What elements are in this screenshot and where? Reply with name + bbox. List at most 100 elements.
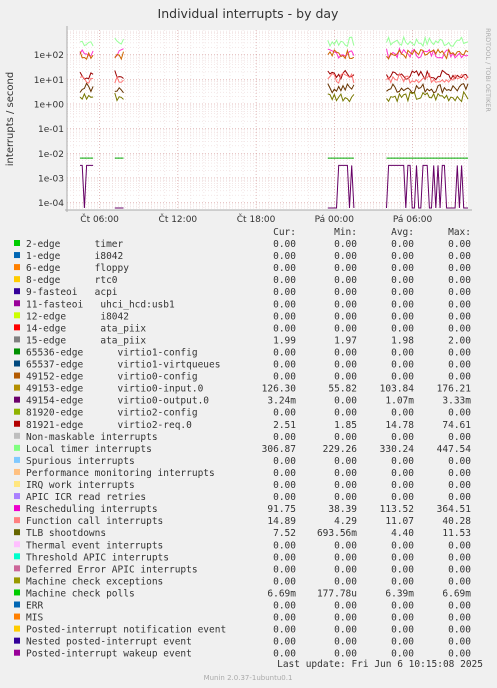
legend-header: Avg: xyxy=(391,227,414,238)
legend-label: 49152-edge virtio0-config xyxy=(26,372,198,383)
legend-value-avg: 0.00 xyxy=(391,468,414,479)
legend-value-cur: 0.00 xyxy=(273,299,296,310)
footer: Munin 2.0.37-1ubuntu0.1 xyxy=(204,674,293,682)
legend-swatch xyxy=(14,324,20,331)
legend-value-max: 176.21 xyxy=(437,384,472,395)
legend-value-cur: 0.00 xyxy=(273,468,296,479)
legend-value-min: 229.26 xyxy=(323,444,358,455)
legend-value-cur: 3.24m xyxy=(267,396,296,407)
legend-value-min: 38.39 xyxy=(328,504,357,515)
x-tick-label: Čt 12:00 xyxy=(159,213,198,225)
legend-value-cur: 0.00 xyxy=(273,637,296,648)
legend-swatch xyxy=(14,589,20,596)
legend-value-cur: 0.00 xyxy=(273,347,296,358)
legend-value-cur: 0.00 xyxy=(273,601,296,612)
legend-label: Posted-interrupt wakeup event xyxy=(26,649,192,660)
legend-value-max: 74.61 xyxy=(442,420,471,431)
legend-swatch xyxy=(14,613,20,620)
legend-value-avg: 0.00 xyxy=(391,287,414,298)
legend-value-avg: 0.00 xyxy=(391,323,414,334)
x-tick-label: Čt 06:00 xyxy=(80,213,119,225)
legend-label: Function call interrupts xyxy=(26,516,163,527)
legend-value-cur: 306.87 xyxy=(262,444,296,455)
legend-value-avg: 0.00 xyxy=(391,263,414,274)
legend-label: 8-edge rtc0 xyxy=(26,275,118,286)
legend-value-min: 0.00 xyxy=(334,637,357,648)
x-tick-label: Čt 18:00 xyxy=(237,213,276,225)
legend-swatch xyxy=(14,432,20,439)
legend-value-cur: 0.00 xyxy=(273,275,296,286)
legend-value-avg: 11.07 xyxy=(385,516,414,527)
legend-label: TLB shootdowns xyxy=(26,528,106,539)
legend-value-max: 0.00 xyxy=(448,432,471,443)
legend-swatch xyxy=(14,348,20,355)
legend-swatch xyxy=(14,517,20,524)
legend-value-avg: 0.00 xyxy=(391,456,414,467)
y-tick-label: 1e+00 xyxy=(34,100,65,110)
legend-value-cur: 0.00 xyxy=(273,552,296,563)
legend-value-avg: 0.00 xyxy=(391,564,414,575)
legend-value-min: 0.00 xyxy=(334,396,357,407)
legend-value-avg: 6.39m xyxy=(385,588,414,599)
legend-value-max: 0.00 xyxy=(448,637,471,648)
legend-label: Nested posted-interrupt event xyxy=(26,637,192,648)
legend-value-avg: 0.00 xyxy=(391,480,414,491)
legend-value-avg: 0.00 xyxy=(391,625,414,636)
legend-swatch xyxy=(14,312,20,319)
legend-value-avg: 1.98 xyxy=(391,335,414,346)
y-tick-label: 1e+02 xyxy=(34,51,64,61)
legend-value-cur: 91.75 xyxy=(267,504,296,515)
legend-value-max: 0.00 xyxy=(448,251,471,262)
legend-swatch xyxy=(14,300,20,307)
legend-value-min: 0.00 xyxy=(334,552,357,563)
legend-header: Max: xyxy=(448,227,471,238)
chart-title: Individual interrupts - by day xyxy=(158,6,340,21)
legend-value-min: 0.00 xyxy=(334,287,357,298)
legend-value-max: 0.00 xyxy=(448,601,471,612)
legend-value-min: 0.00 xyxy=(334,299,357,310)
legend-label: APIC ICR read retries xyxy=(26,492,146,503)
legend-value-max: 0.00 xyxy=(448,299,471,310)
legend-label: 65536-edge virtio1-config xyxy=(26,347,198,358)
legend-label: Performance monitoring interrupts xyxy=(26,468,215,479)
legend-value-cur: 14.89 xyxy=(267,516,296,527)
legend-label: ERR xyxy=(26,601,43,612)
legend-swatch xyxy=(14,240,20,246)
legend-label: 2-edge timer xyxy=(26,239,124,250)
legend-value-max: 0.00 xyxy=(448,540,471,551)
legend-label: Machine check exceptions xyxy=(26,576,163,587)
legend-swatch xyxy=(14,396,20,403)
legend-swatch xyxy=(14,336,20,343)
legend-swatch xyxy=(14,565,20,572)
legend-value-avg: 0.00 xyxy=(391,311,414,322)
legend-value-avg: 0.00 xyxy=(391,408,414,419)
legend-swatch xyxy=(14,625,20,632)
legend-value-min: 0.00 xyxy=(334,311,357,322)
legend-swatch xyxy=(14,360,20,367)
legend-swatch xyxy=(14,493,20,500)
legend-value-avg: 0.00 xyxy=(391,540,414,551)
legend-value-avg: 0.00 xyxy=(391,552,414,563)
legend-label: Rescheduling interrupts xyxy=(26,504,158,515)
legend-label: 49153-edge virtio0-input.0 xyxy=(26,384,204,395)
legend-value-min: 693.56m xyxy=(317,528,357,539)
legend-swatch xyxy=(14,420,20,427)
legend-value-max: 0.00 xyxy=(448,275,471,286)
legend-value-cur: 0.00 xyxy=(273,492,296,503)
legend-label: Local timer interrupts xyxy=(26,444,152,455)
legend-swatch xyxy=(14,468,20,475)
legend-swatch xyxy=(14,384,20,391)
legend-value-cur: 0.00 xyxy=(273,480,296,491)
legend-value-cur: 0.00 xyxy=(273,360,296,371)
legend-label: Spurious interrupts xyxy=(26,456,135,467)
legend-value-avg: 0.00 xyxy=(391,360,414,371)
legend-swatch xyxy=(14,288,20,295)
legend-value-avg: 0.00 xyxy=(391,347,414,358)
legend-swatch xyxy=(14,505,20,512)
legend-label: Thermal event interrupts xyxy=(26,540,163,551)
legend-value-cur: 6.69m xyxy=(267,588,296,599)
legend-value-max: 40.28 xyxy=(442,516,471,527)
legend-value-avg: 4.40 xyxy=(391,528,414,539)
legend-value-max: 0.00 xyxy=(448,408,471,419)
legend-value-max: 0.00 xyxy=(448,323,471,334)
